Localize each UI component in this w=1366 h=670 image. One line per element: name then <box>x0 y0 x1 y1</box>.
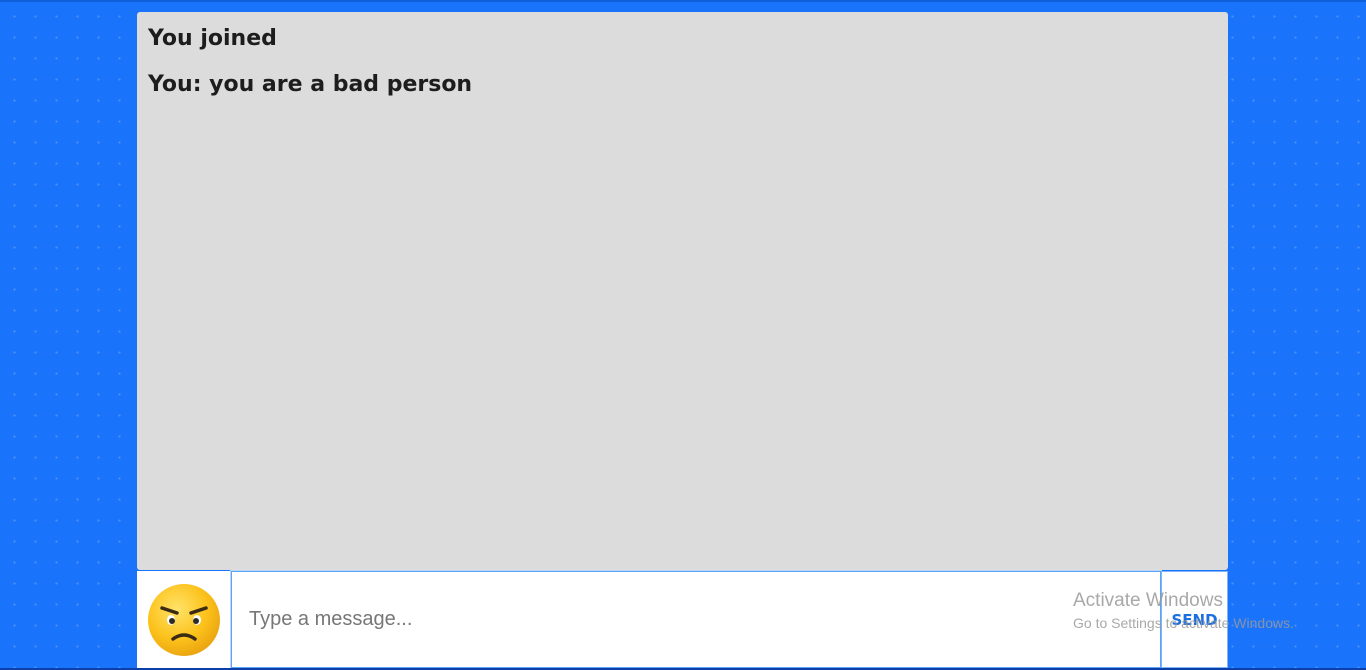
send-button[interactable]: SEND <box>1161 571 1228 668</box>
chat-message: You: you are a bad person <box>148 72 473 97</box>
message-input[interactable] <box>230 570 1162 669</box>
chat-messages-panel: You joined You: you are a bad person <box>137 12 1228 570</box>
angry-face-icon <box>148 583 220 656</box>
emoji-button[interactable] <box>137 571 231 668</box>
chat-message: You joined <box>148 26 277 51</box>
message-composer: SEND <box>137 570 1228 669</box>
top-edge <box>0 0 1366 2</box>
